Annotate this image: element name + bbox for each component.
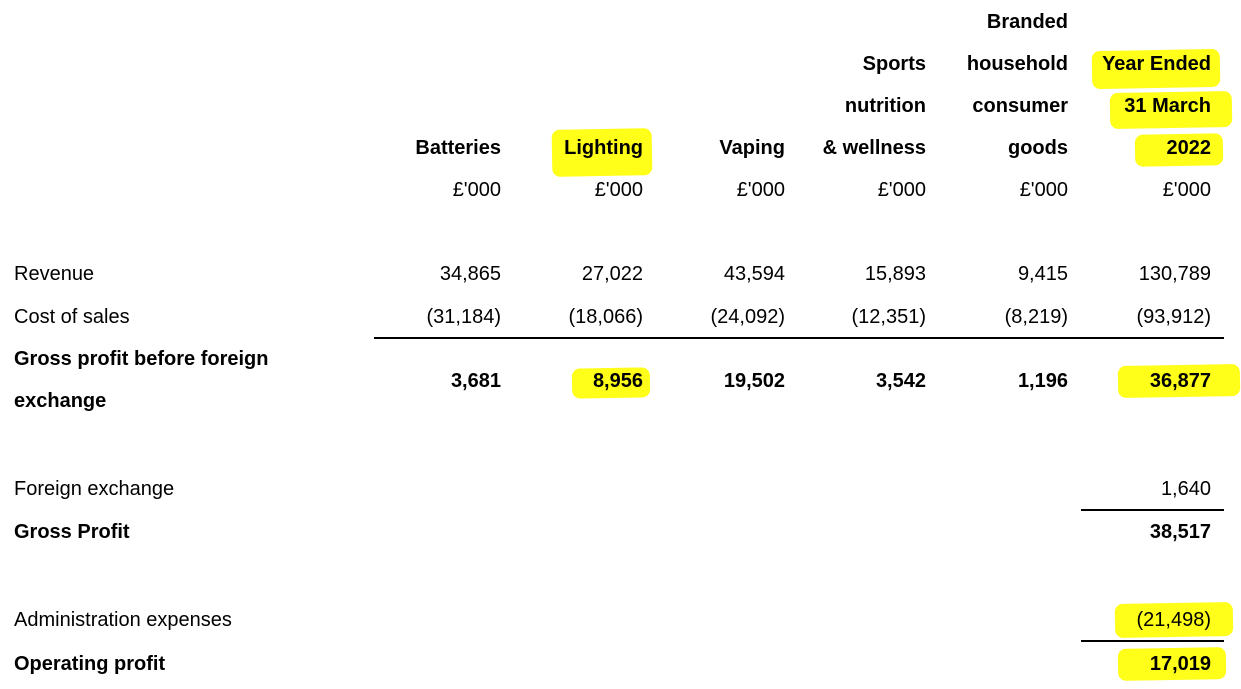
header-sports-line2: nutrition <box>844 95 926 117</box>
rule-under-foreign-exchange <box>1081 509 1224 511</box>
administration-expenses-label: Administration expenses <box>14 609 232 631</box>
foreign-exchange-total: 1,640 <box>1160 478 1211 500</box>
rule-under-cost-of-sales <box>374 337 1224 339</box>
revenue-batteries: 34,865 <box>439 263 501 285</box>
operating-profit-label: Operating profit <box>14 653 166 675</box>
gross-profit-before-fx-label-line2: exchange <box>14 390 107 412</box>
header-branded-line1: Branded <box>986 11 1068 33</box>
foreign-exchange-label: Foreign exchange <box>14 478 175 500</box>
gross-profit-label: Gross Profit <box>14 521 130 543</box>
administration-expenses-total: (21,498) <box>1136 609 1212 631</box>
header-sports-line1: Sports <box>862 53 926 75</box>
rule-under-administration <box>1081 640 1224 642</box>
unit-batteries: £'000 <box>452 179 501 201</box>
operating-profit-total: 17,019 <box>1149 653 1211 675</box>
gross-profit-total: 38,517 <box>1149 521 1211 543</box>
cost-of-sales-label: Cost of sales <box>14 306 130 328</box>
gross-profit-before-fx-batteries: 3,681 <box>450 370 501 392</box>
header-batteries: Batteries <box>415 137 501 159</box>
cost-of-sales-batteries: (31,184) <box>426 306 502 328</box>
gross-profit-before-fx-label-line1: Gross profit before foreign <box>14 348 269 370</box>
revenue-label: Revenue <box>14 263 95 285</box>
